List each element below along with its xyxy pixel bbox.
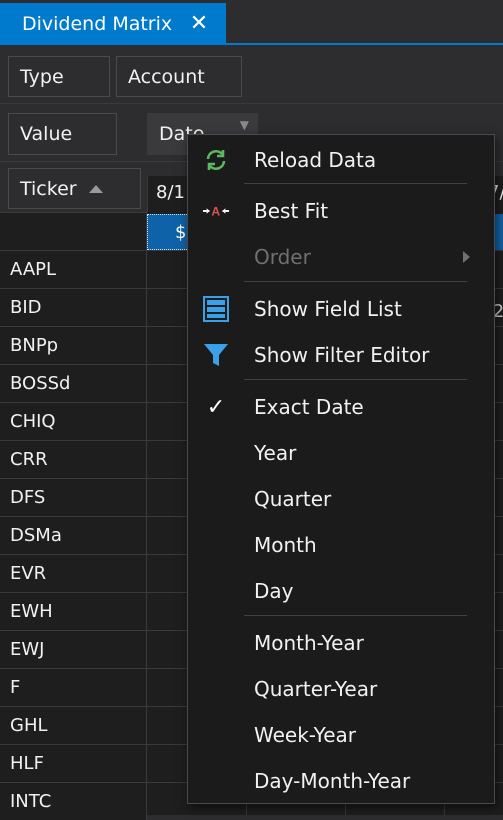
- row-header[interactable]: AAPL: [0, 250, 147, 288]
- field-account[interactable]: Account: [116, 56, 242, 97]
- menu-item-week-year[interactable]: Week-Year: [188, 712, 494, 758]
- menu-item-order[interactable]: Order: [188, 234, 494, 280]
- row-header[interactable]: HLF: [0, 744, 147, 782]
- tab-title: Dividend Matrix: [22, 13, 173, 35]
- filter-funnel-icon: [202, 341, 230, 369]
- field-account-label: Account: [128, 65, 205, 88]
- menu-item-show-field-list[interactable]: Show Field List: [188, 286, 494, 332]
- row-header[interactable]: F: [0, 668, 147, 706]
- menu-item-day-month-year[interactable]: Day-Month-Year: [188, 758, 494, 804]
- menu-item-year[interactable]: Year: [188, 430, 494, 476]
- menu-item-day[interactable]: Day: [188, 568, 494, 614]
- menu-item-best-fit[interactable]: A Best Fit: [188, 188, 494, 234]
- selected-cell-value: $: [175, 222, 187, 243]
- checkmark-icon: ✓: [206, 394, 226, 420]
- column-header-date-1[interactable]: 8/1: [156, 182, 185, 203]
- menu-item-month-year[interactable]: Month-Year: [188, 620, 494, 666]
- row-header[interactable]: GHL: [0, 706, 147, 744]
- field-ticker-label: Ticker: [20, 177, 77, 200]
- row-header[interactable]: EWH: [0, 592, 147, 630]
- field-ticker[interactable]: Ticker: [8, 168, 141, 209]
- row-header[interactable]: BID: [0, 288, 147, 326]
- field-list-icon: [202, 295, 230, 323]
- menu-separator: [244, 379, 467, 380]
- context-menu: Reload Data A Best Fit Order Show Field …: [187, 134, 495, 804]
- menu-item-quarter-year[interactable]: Quarter-Year: [188, 666, 494, 712]
- menu-item-show-filter-editor[interactable]: Show Filter Editor: [188, 332, 494, 378]
- row-header[interactable]: CHIQ: [0, 402, 147, 440]
- refresh-icon: [202, 146, 230, 174]
- best-fit-icon: A: [202, 197, 230, 225]
- field-value[interactable]: Value: [8, 113, 117, 155]
- svg-text:A: A: [211, 205, 220, 219]
- row-header[interactable]: INTC: [0, 782, 147, 820]
- menu-item-exact-date[interactable]: ✓ Exact Date: [188, 384, 494, 430]
- menu-item-month[interactable]: Month: [188, 522, 494, 568]
- menu-separator: [244, 615, 467, 616]
- row-header[interactable]: EVR: [0, 554, 147, 592]
- row-header[interactable]: BNPp: [0, 326, 147, 364]
- chevron-right-icon: [463, 251, 470, 263]
- row-header[interactable]: EWJ: [0, 630, 147, 668]
- field-type-label: Type: [20, 65, 64, 88]
- row-header[interactable]: DFS: [0, 478, 147, 516]
- grid-corner-cell: [0, 212, 147, 250]
- sort-ascending-icon: [88, 184, 103, 193]
- row-header[interactable]: CRR: [0, 440, 147, 478]
- menu-item-reload-data[interactable]: Reload Data: [188, 137, 494, 183]
- menu-item-quarter[interactable]: Quarter: [188, 476, 494, 522]
- close-icon[interactable]: ✕: [186, 10, 212, 36]
- row-header[interactable]: DSMa: [0, 516, 147, 554]
- menu-separator: [244, 281, 467, 282]
- field-value-label: Value: [20, 123, 73, 145]
- menu-separator: [244, 183, 467, 184]
- filter-icon[interactable]: ▼: [240, 118, 249, 132]
- row-header[interactable]: BOSSd: [0, 364, 147, 402]
- field-type[interactable]: Type: [8, 56, 110, 97]
